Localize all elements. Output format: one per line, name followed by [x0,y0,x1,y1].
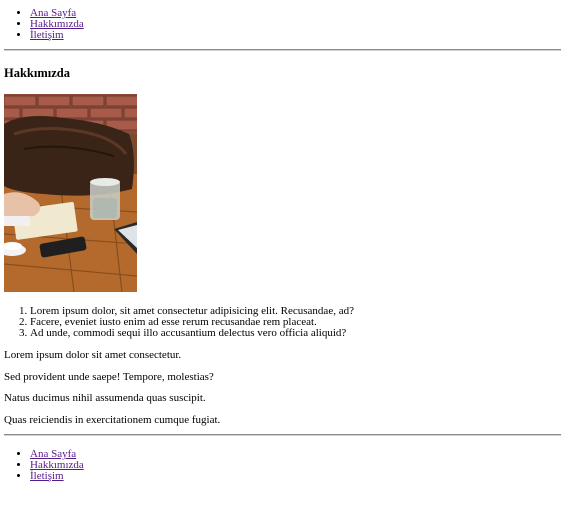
top-nav-list: Ana Sayfa Hakkımızda İletişim [0,8,84,41]
bottom-nav-list: Ana Sayfa Hakkımızda İletişim [0,449,84,482]
paragraph-3: Natus ducimus nihil assumenda quas susci… [4,392,206,404]
paragraph-1: Lorem ipsum dolor sit amet consectetur. [4,349,182,361]
bottom-divider [4,434,561,436]
bottom-nav-item-contact: İletişim [30,471,84,482]
top-nav-item-contact: İletişim [30,30,84,41]
list-item: Ad unde, commodi sequi illo accusantium … [30,328,354,339]
bottom-nav-link-contact[interactable]: İletişim [30,470,64,482]
paragraph-2: Sed provident unde saepe! Tempore, moles… [4,371,214,383]
about-photo [4,94,137,292]
ordered-list: Lorem ipsum dolor, sit amet consectetur … [0,306,354,339]
top-divider [4,49,561,51]
top-nav-link-contact[interactable]: İletişim [30,29,64,41]
photo-desk-laptop-bag-image [4,94,137,292]
paragraph-4: Quas reiciendis in exercitationem cumque… [4,414,221,426]
page-title: Hakkımızda [4,66,70,80]
